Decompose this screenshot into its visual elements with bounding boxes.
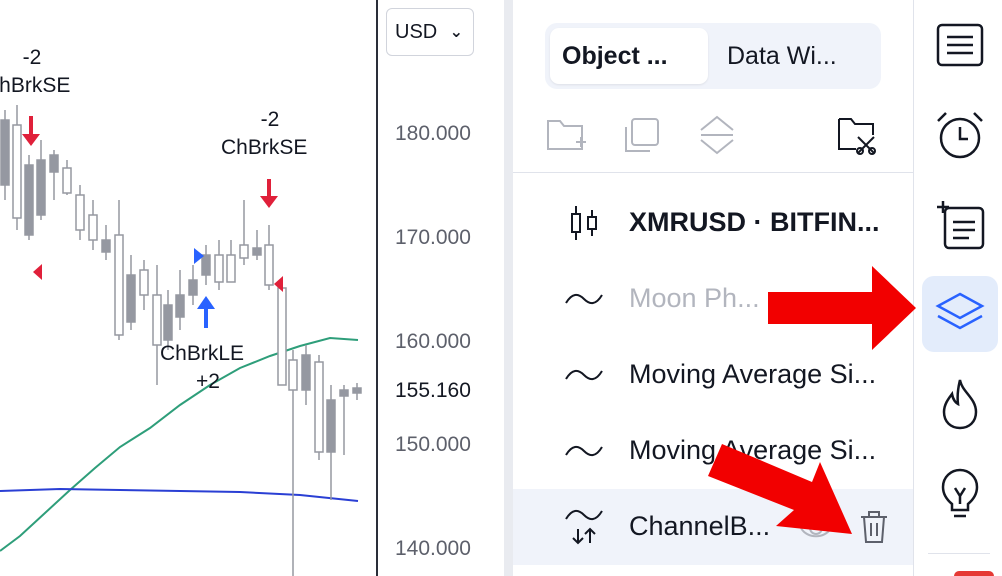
add-group-icon[interactable] [543,112,589,158]
tab-data-window[interactable]: Data Wi... [723,28,873,84]
right-toolbar [913,0,1002,576]
last-price-label: 155.160 [395,379,471,402]
indicator-wave-icon [561,357,607,393]
candle-body [62,167,72,194]
price-scale[interactable]: USD ⌄ 180.000 170.000 160.000 155.160 15… [378,0,504,576]
candle-body [314,361,324,453]
signal-qty: -2 [22,46,42,69]
panel-tab-bar: Object ... Data Wi... [545,23,881,89]
strategy-icon [561,509,607,545]
object-row-indicator[interactable]: Moving Average Si... [513,337,913,413]
long-signal-arrow [197,296,215,328]
signal-name: ChBrkSE [0,74,71,97]
tab-object-tree[interactable]: Object ... [550,28,708,84]
price-tick: 160.000 [395,330,471,353]
trash-icon[interactable] [859,509,889,545]
object-label: Moon Ph... [629,283,760,313]
candle-body [239,244,249,259]
signal-marker-red [33,264,42,280]
object-tree-toolbar [513,100,913,170]
object-label: XMRUSD · BITFIN... [629,207,880,237]
signal-name: ChBrkSE [221,136,308,159]
candle-body [352,387,362,394]
candle-body [288,359,298,391]
short-signal-arrow [260,179,278,208]
notification-badge[interactable] [954,571,994,576]
candle-body [326,399,336,453]
candle-body [88,214,98,241]
object-tree-icon[interactable] [922,276,998,352]
panel-divider [513,172,913,173]
candle-body [114,234,124,336]
panel-splitter[interactable] [504,0,513,576]
candle-body [0,119,10,186]
candle-body [163,304,173,341]
candle-body [126,274,136,323]
currency-select[interactable]: USD ⌄ [386,8,474,56]
object-row-indicator[interactable]: Moon Ph... [513,261,913,337]
watchlist-icon[interactable] [922,7,998,83]
candle-body [36,159,46,216]
price-tick: 180.000 [395,122,471,145]
object-label: Moving Average Si... [629,359,877,389]
chevron-down-icon: ⌄ [449,24,463,41]
candle-body [339,389,349,397]
candle-body [226,254,236,283]
candle-body [12,124,22,219]
candle-body [24,164,34,236]
object-row-indicator[interactable]: Moving Average Si... [513,413,913,489]
candle-body [252,247,262,256]
candle-body [188,279,198,296]
signal-name: ChBrkLE [160,342,245,365]
price-tick: 140.000 [395,537,471,560]
candle-body [49,154,59,173]
indicator-wave-icon [561,281,607,317]
candle-body [301,354,311,391]
eye-icon[interactable] [799,511,833,545]
candle-body [214,254,224,283]
candle-body [152,294,162,346]
object-row-symbol[interactable]: XMRUSD · BITFIN... [513,185,913,261]
move-order-icon[interactable] [694,112,740,158]
clone-icon[interactable] [619,112,665,158]
ideas-icon[interactable] [922,456,998,532]
short-signal-arrow [22,116,40,146]
candle-body [175,294,185,318]
object-row-strategy[interactable]: ChannelB... [513,489,913,565]
manage-drawings-icon[interactable] [835,112,881,158]
signal-qty: +2 [196,370,220,393]
candle-body [201,254,211,276]
candle-body [139,269,149,296]
object-label: ChannelB... [629,511,771,541]
toolbar-divider [928,553,990,554]
candle-body [101,239,111,253]
tradingview-window: -2 ChBrkSE -2 ChBrkSE ChBrkLE +2 USD ⌄ 1… [0,0,1002,576]
candle-body [277,287,287,386]
price-tick: 170.000 [395,226,471,249]
candlestick-icon [561,205,607,241]
signal-qty: -2 [260,108,280,131]
moving-average-blue-line [0,487,359,502]
price-tick: 150.000 [395,433,471,456]
object-label: Moving Average Si... [629,435,877,465]
object-tree-panel: Object ... Data Wi... XMRUSD · BITFIN... [513,0,913,576]
chart-pane[interactable]: -2 ChBrkSE -2 ChBrkSE ChBrkLE +2 [0,0,377,576]
hotlists-icon[interactable] [922,366,998,442]
alerts-icon[interactable] [922,97,998,173]
currency-value: USD [395,20,438,43]
candle-body [75,194,85,231]
indicator-wave-icon [561,433,607,469]
candle-body [264,244,274,286]
add-note-icon[interactable] [922,187,998,263]
